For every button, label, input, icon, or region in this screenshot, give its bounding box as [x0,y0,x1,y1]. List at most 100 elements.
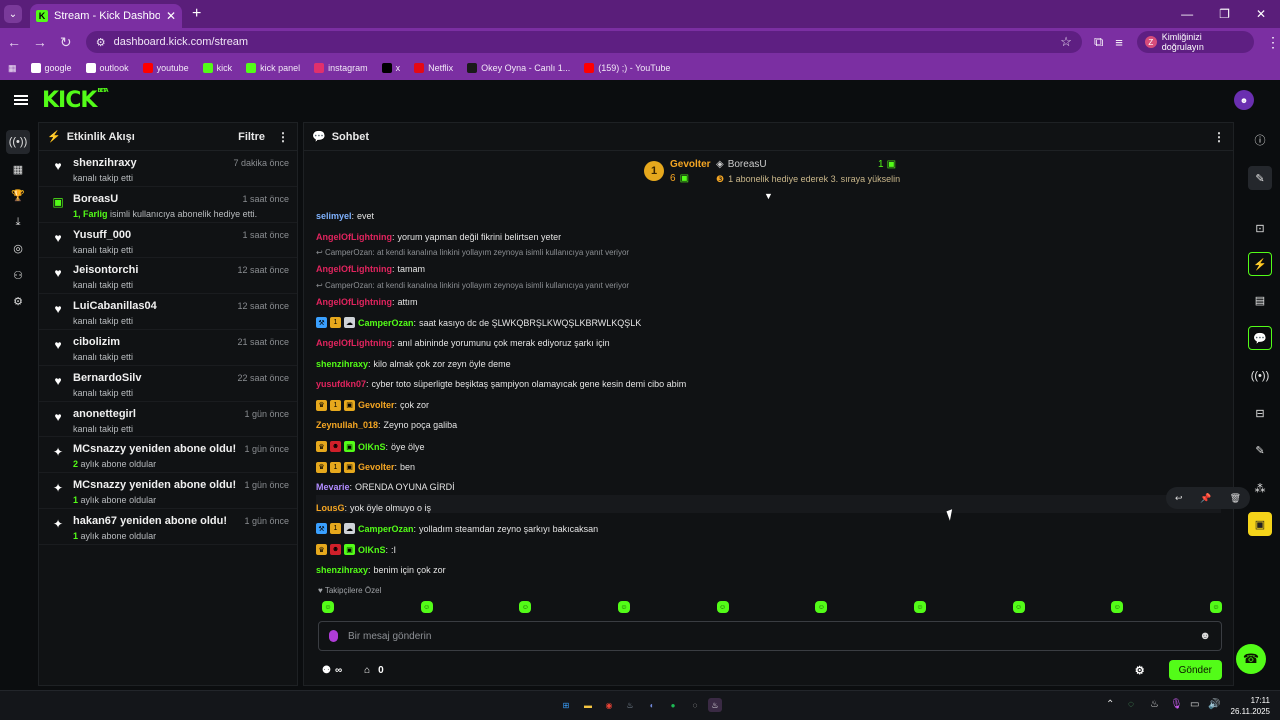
user-avatar[interactable]: ☻ [1234,90,1254,110]
chat-username[interactable]: Mevarie [316,482,350,492]
mic-icon[interactable] [329,630,338,642]
tray-steam-icon[interactable]: ♨ [1150,699,1159,710]
chat-message[interactable]: ⚒ 1 ☁ CamperOzan: yolladım steamdan zeyno şa… [316,523,598,535]
activity-event[interactable]: ♥ anonettegirl kanalı takip etti 1 gün önce [39,402,297,438]
stream-icon[interactable]: ((•)) [6,130,30,154]
chat-username[interactable]: shenzihraxy [316,359,368,369]
windows-start-icon[interactable]: ⊞ [559,698,573,712]
chat-username[interactable]: Gevolter [358,400,395,410]
chat-message[interactable]: ♛ 1 ▣ Gevolter: ben [316,461,415,473]
pin-icon[interactable]: 📌 [1200,493,1211,504]
analytics-icon[interactable]: ▦ [9,160,27,178]
crown-badge-icon[interactable]: ♛ [316,461,327,473]
chat-username[interactable]: AngelOfLightning [316,338,392,348]
activity-event[interactable]: ✦ MCsnazzy yeniden abone oldu! 2 aylık abo… [39,437,297,474]
clapper-icon[interactable]: ▣ [1248,512,1272,536]
cloud-badge-icon[interactable]: ☁ [344,523,355,535]
coin-badge-icon[interactable]: 1 [330,399,341,411]
chat-message[interactable]: AngelOfLightning: attım [316,297,418,307]
broadcast-icon[interactable]: ((•)) [1248,364,1272,388]
settings-icon[interactable]: ⚙ [9,292,27,310]
app-icon[interactable]: ◌ [688,698,702,712]
chat-username[interactable]: shenzihraxy [316,565,368,575]
reply-icon[interactable]: ↩ [1175,493,1183,504]
trophy-icon[interactable]: 🏆 [9,186,27,204]
browser-menu-icon[interactable]: ⋮ [1266,34,1280,51]
gift-badge-icon[interactable]: ▣ [344,399,355,411]
activity-event[interactable]: ♥ shenzihraxy kanalı takip etti 7 dakika ön… [39,151,297,187]
chat-message[interactable]: shenzihraxy: benim için çok zor [316,565,446,575]
gift-leaderboard[interactable]: 1 Gevolter 6 ▣ ◈ BoreasU 1 ▣ ❸ 1 aboneli… [644,157,904,191]
emote-icon[interactable]: ☺ [815,601,828,613]
emote-icon[interactable]: ☺ [1209,601,1222,613]
clock[interactable]: 17:11 26.11.2025 [1226,695,1270,717]
crown-badge-icon[interactable]: ♛ [316,544,327,555]
chat-username[interactable]: OlKnS [358,442,386,452]
chat-username[interactable]: CamperOzan [358,318,414,328]
activity-more-icon[interactable]: ⋮ [277,130,289,144]
chat-username[interactable]: Gevolter [358,462,395,472]
activity-event[interactable]: ▣ BoreasU 1, Farlig isimli kullanıcıya abo… [39,187,297,223]
emote-icon[interactable]: ☺ [913,601,926,613]
chat-username[interactable]: AngelOfLightning [316,264,392,274]
minimize-icon[interactable]: — [1181,7,1193,21]
sub-badge-icon[interactable]: ▣ [344,441,355,452]
activity-event[interactable]: ✦ hakan67 yeniden abone oldu! 1 aylık abon… [39,509,297,545]
emote-icon[interactable]: ☺ [1012,601,1025,613]
crown-badge-icon[interactable]: ♛ [316,441,327,452]
bookmark-7[interactable]: Netflix [414,63,453,73]
activity-event[interactable]: ♥ BernardoSilv kanalı takip etti 22 saat ön… [39,366,297,402]
tray-volume-icon[interactable]: 🔊 [1208,699,1220,710]
chat-toggle-icon[interactable]: 💬 [1248,326,1272,350]
sub-badge-icon[interactable]: ▣ [344,544,355,555]
chat-message[interactable]: AngelOfLightning: tamam [316,264,425,274]
reply-context[interactable]: ↩ CamperOzan: at kendi kanalına linkini … [316,281,629,290]
reload-icon[interactable]: ↻ [54,34,78,51]
bookmark-4[interactable]: kick panel [246,63,300,73]
bookmark-6[interactable]: x [381,63,400,73]
emote-icon[interactable]: ☺ [716,601,729,613]
activity-event[interactable]: ✦ MCsnazzy yeniden abone oldu! 1 aylık abo… [39,473,297,509]
bookmark-9[interactable]: (159) ;) - YouTube [584,63,670,73]
chat-message[interactable]: ♛ ☻ ▣ OlKnS: öye ölye [316,441,425,452]
tool-badge-icon[interactable]: ⚒ [316,523,327,535]
activity-event[interactable]: ♥ Jeisontorchi kanalı takip etti 12 saat ön… [39,258,297,295]
devil-badge-icon[interactable]: ☻ [330,441,341,452]
store-icon[interactable]: ⌂ [364,665,370,676]
connections-icon[interactable]: ⁂ [1248,476,1272,500]
bookmark-star-icon[interactable]: ☆ [1060,34,1072,50]
chat-message[interactable]: LousG: yok öyle olmuyo o iş [316,503,431,513]
chat-message[interactable]: Mevarie: ORENDA OYUNA GİRDİ [316,482,455,492]
chat-message[interactable]: AngelOfLightning: yorum yapman değil fikr… [316,232,561,242]
tray-chevron-icon[interactable]: ⌃ [1106,699,1114,710]
back-icon[interactable]: ← [2,34,26,50]
forward-icon[interactable]: → [28,34,52,50]
chat-username[interactable]: selimyel [316,211,352,221]
chat-username[interactable]: AngelOfLightning [316,297,392,307]
new-tab-button[interactable]: + [192,5,201,23]
media-control-icon[interactable]: ≡ [1115,35,1123,50]
bookmark-1[interactable]: outlook [85,63,129,73]
chat-message[interactable]: AngelOfLightning: anıl abininde yorumunu … [316,338,610,348]
chevron-down-icon[interactable]: ▼ [764,191,774,201]
emote-icon[interactable]: ☺ [420,601,433,613]
chat-username[interactable]: OlKnS [358,545,386,555]
chat-message[interactable]: Zeynullah_018: Zeyno poça galiba [316,420,457,430]
coin-badge-icon[interactable]: 1 [330,317,341,329]
chat-message[interactable]: yusufdkn07: cyber toto süperligte beşikta… [316,379,686,389]
chrome-icon[interactable]: ◉ [602,698,616,712]
edit-icon[interactable]: ✎ [1248,166,1272,190]
apps-icon[interactable]: ▦ [8,63,17,74]
coin-badge-icon[interactable]: 1 [330,461,341,473]
extensions-icon[interactable]: ⧉ [1094,34,1103,50]
activity-event[interactable]: ♥ LuiCabanillas04 kanalı takip etti 12 saat… [39,294,297,330]
restore-icon[interactable]: ❐ [1219,7,1230,21]
crown-badge-icon[interactable]: ♛ [316,399,327,411]
chat-message[interactable]: selimyel: evet [316,211,374,221]
spotify-icon[interactable]: ● [666,698,680,712]
close-window-icon[interactable]: ✕ [1256,7,1266,21]
discord-icon[interactable]: ◐ [645,698,659,712]
activity-event[interactable]: ♥ cibolizim kanalı takip etti 21 saat önce [39,330,297,366]
info-icon[interactable]: ⓘ [1248,128,1272,152]
bookmark-5[interactable]: instagram [314,63,368,73]
